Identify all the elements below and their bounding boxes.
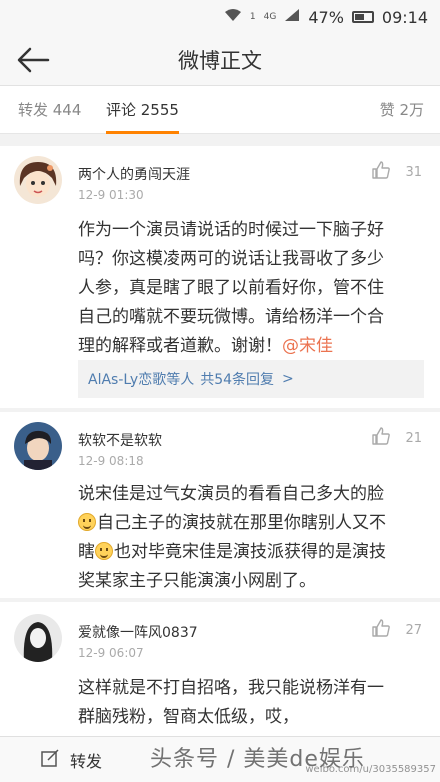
- watermark-url: weibo.com/u/3035589357: [305, 764, 436, 775]
- replies-link[interactable]: AlAs-Ly恋歌等人 共54条回复 >: [78, 360, 424, 398]
- smile-emoji-icon: [78, 513, 96, 531]
- comment-line: 这样就是不打自招咯，我只能说杨洋有一: [78, 678, 384, 698]
- comment-author[interactable]: 两个人的勇闯天涯: [78, 164, 190, 184]
- comment-line-text: 理的解释或者道歉。谢谢！: [78, 336, 282, 356]
- comment-time: 12-9 08:18: [78, 454, 144, 468]
- replies-count: 共54条回复: [200, 372, 275, 388]
- like-count: 27: [405, 622, 422, 638]
- comment-item: 爱就像一阵风0837 12-9 06:07 27 这样就是不打自招咯，我只能说杨…: [0, 602, 440, 736]
- comment-item: 软软不是软软 12-9 08:18 21 说宋佳是过气女演员的看看自己多大的脸 …: [0, 412, 440, 598]
- like-button[interactable]: 31: [371, 160, 422, 184]
- comment-line: 人参，真是瞎了眼了以前看好你，管不住: [78, 278, 384, 298]
- thumbs-up-icon: [371, 426, 391, 450]
- comment-author[interactable]: 爱就像一阵风0837: [78, 622, 198, 642]
- comment-text: 说宋佳是过气女演员的看看自己多大的脸 自己主子的演技就在那里你瞎别人又不 瞎也对…: [78, 480, 424, 596]
- comment-line: 瞎也对毕竟宋佳是演技派获得的是演技: [78, 538, 424, 567]
- network-type: 4G: [263, 12, 277, 22]
- replies-from: AlAs-Ly恋歌等人: [88, 372, 195, 388]
- comment-author[interactable]: 软软不是软软: [78, 430, 162, 450]
- comment-line: 自己的嘴就不要玩微博。请给杨洋一个合: [78, 307, 384, 327]
- avatar[interactable]: [14, 614, 62, 662]
- comment-line-text: 瞎: [78, 542, 95, 562]
- like-button[interactable]: 27: [371, 618, 422, 642]
- comment-item: 两个人的勇闯天涯 12-9 01:30 31 作为一个演员请说话的时候过一下脑子…: [0, 146, 440, 408]
- mention-link[interactable]: @宋佳: [282, 336, 333, 356]
- comment-line: 理的解释或者道歉。谢谢！@宋佳: [78, 332, 424, 361]
- back-arrow-icon[interactable]: [14, 42, 54, 78]
- comment-line: 群脑残粉，智商太低级，哎，: [78, 707, 299, 727]
- comment-line: 吗？你这模凌两可的说话让我哥收了多少: [78, 249, 384, 269]
- notification-badge: 1: [249, 12, 256, 22]
- smile-emoji-icon: [95, 542, 113, 560]
- edit-icon: [40, 748, 60, 772]
- section-gap: [0, 134, 440, 146]
- signal-icon: [284, 8, 300, 26]
- chevron-right-icon: >: [282, 371, 294, 387]
- tab-repost[interactable]: 转发 444: [18, 86, 81, 134]
- comment-text: 作为一个演员请说话的时候过一下脑子好 吗？你这模凌两可的说话让我哥收了多少 人参…: [78, 216, 424, 361]
- like-count: 31: [405, 164, 422, 180]
- wifi-icon: [224, 8, 242, 26]
- clock: 09:14: [381, 7, 428, 27]
- thumbs-up-icon: [371, 618, 391, 642]
- thumbs-up-icon: [371, 160, 391, 184]
- comment-line: 自己主子的演技就在那里你瞎别人又不: [78, 509, 424, 538]
- avatar[interactable]: [14, 422, 62, 470]
- comment-text: 这样就是不打自招咯，我只能说杨洋有一 群脑残粉，智商太低级，哎，: [78, 674, 424, 732]
- status-bar: 1 4G 47% 09:14: [0, 0, 440, 34]
- avatar[interactable]: [14, 156, 62, 204]
- comment-line: 作为一个演员请说话的时候过一下脑子好: [78, 220, 384, 240]
- like-button[interactable]: 21: [371, 426, 422, 450]
- comment-time: 12-9 06:07: [78, 646, 144, 660]
- comment-line-text: 也对毕竟宋佳是演技派获得的是演技: [114, 542, 386, 562]
- comment-line: 说宋佳是过气女演员的看看自己多大的脸: [78, 484, 384, 504]
- battery-percent: 47%: [308, 7, 344, 27]
- tab-comment[interactable]: 评论 2555: [106, 86, 179, 134]
- comment-time: 12-9 01:30: [78, 188, 144, 202]
- nav-bar: 微博正文: [0, 34, 440, 86]
- page-title: 微博正文: [178, 48, 262, 73]
- tab-bar: 转发 444 评论 2555 赞 2万: [0, 86, 440, 134]
- repost-button[interactable]: 转发: [40, 748, 102, 772]
- repost-label: 转发: [70, 751, 103, 771]
- battery-icon: [351, 11, 374, 23]
- like-count: 21: [405, 430, 422, 446]
- comment-line-text: 自己主子的演技就在那里你瞎别人又不: [97, 513, 386, 533]
- tab-like[interactable]: 赞 2万: [380, 86, 424, 134]
- comment-line: 奖某家主子只能演演小网剧了。: [78, 571, 316, 591]
